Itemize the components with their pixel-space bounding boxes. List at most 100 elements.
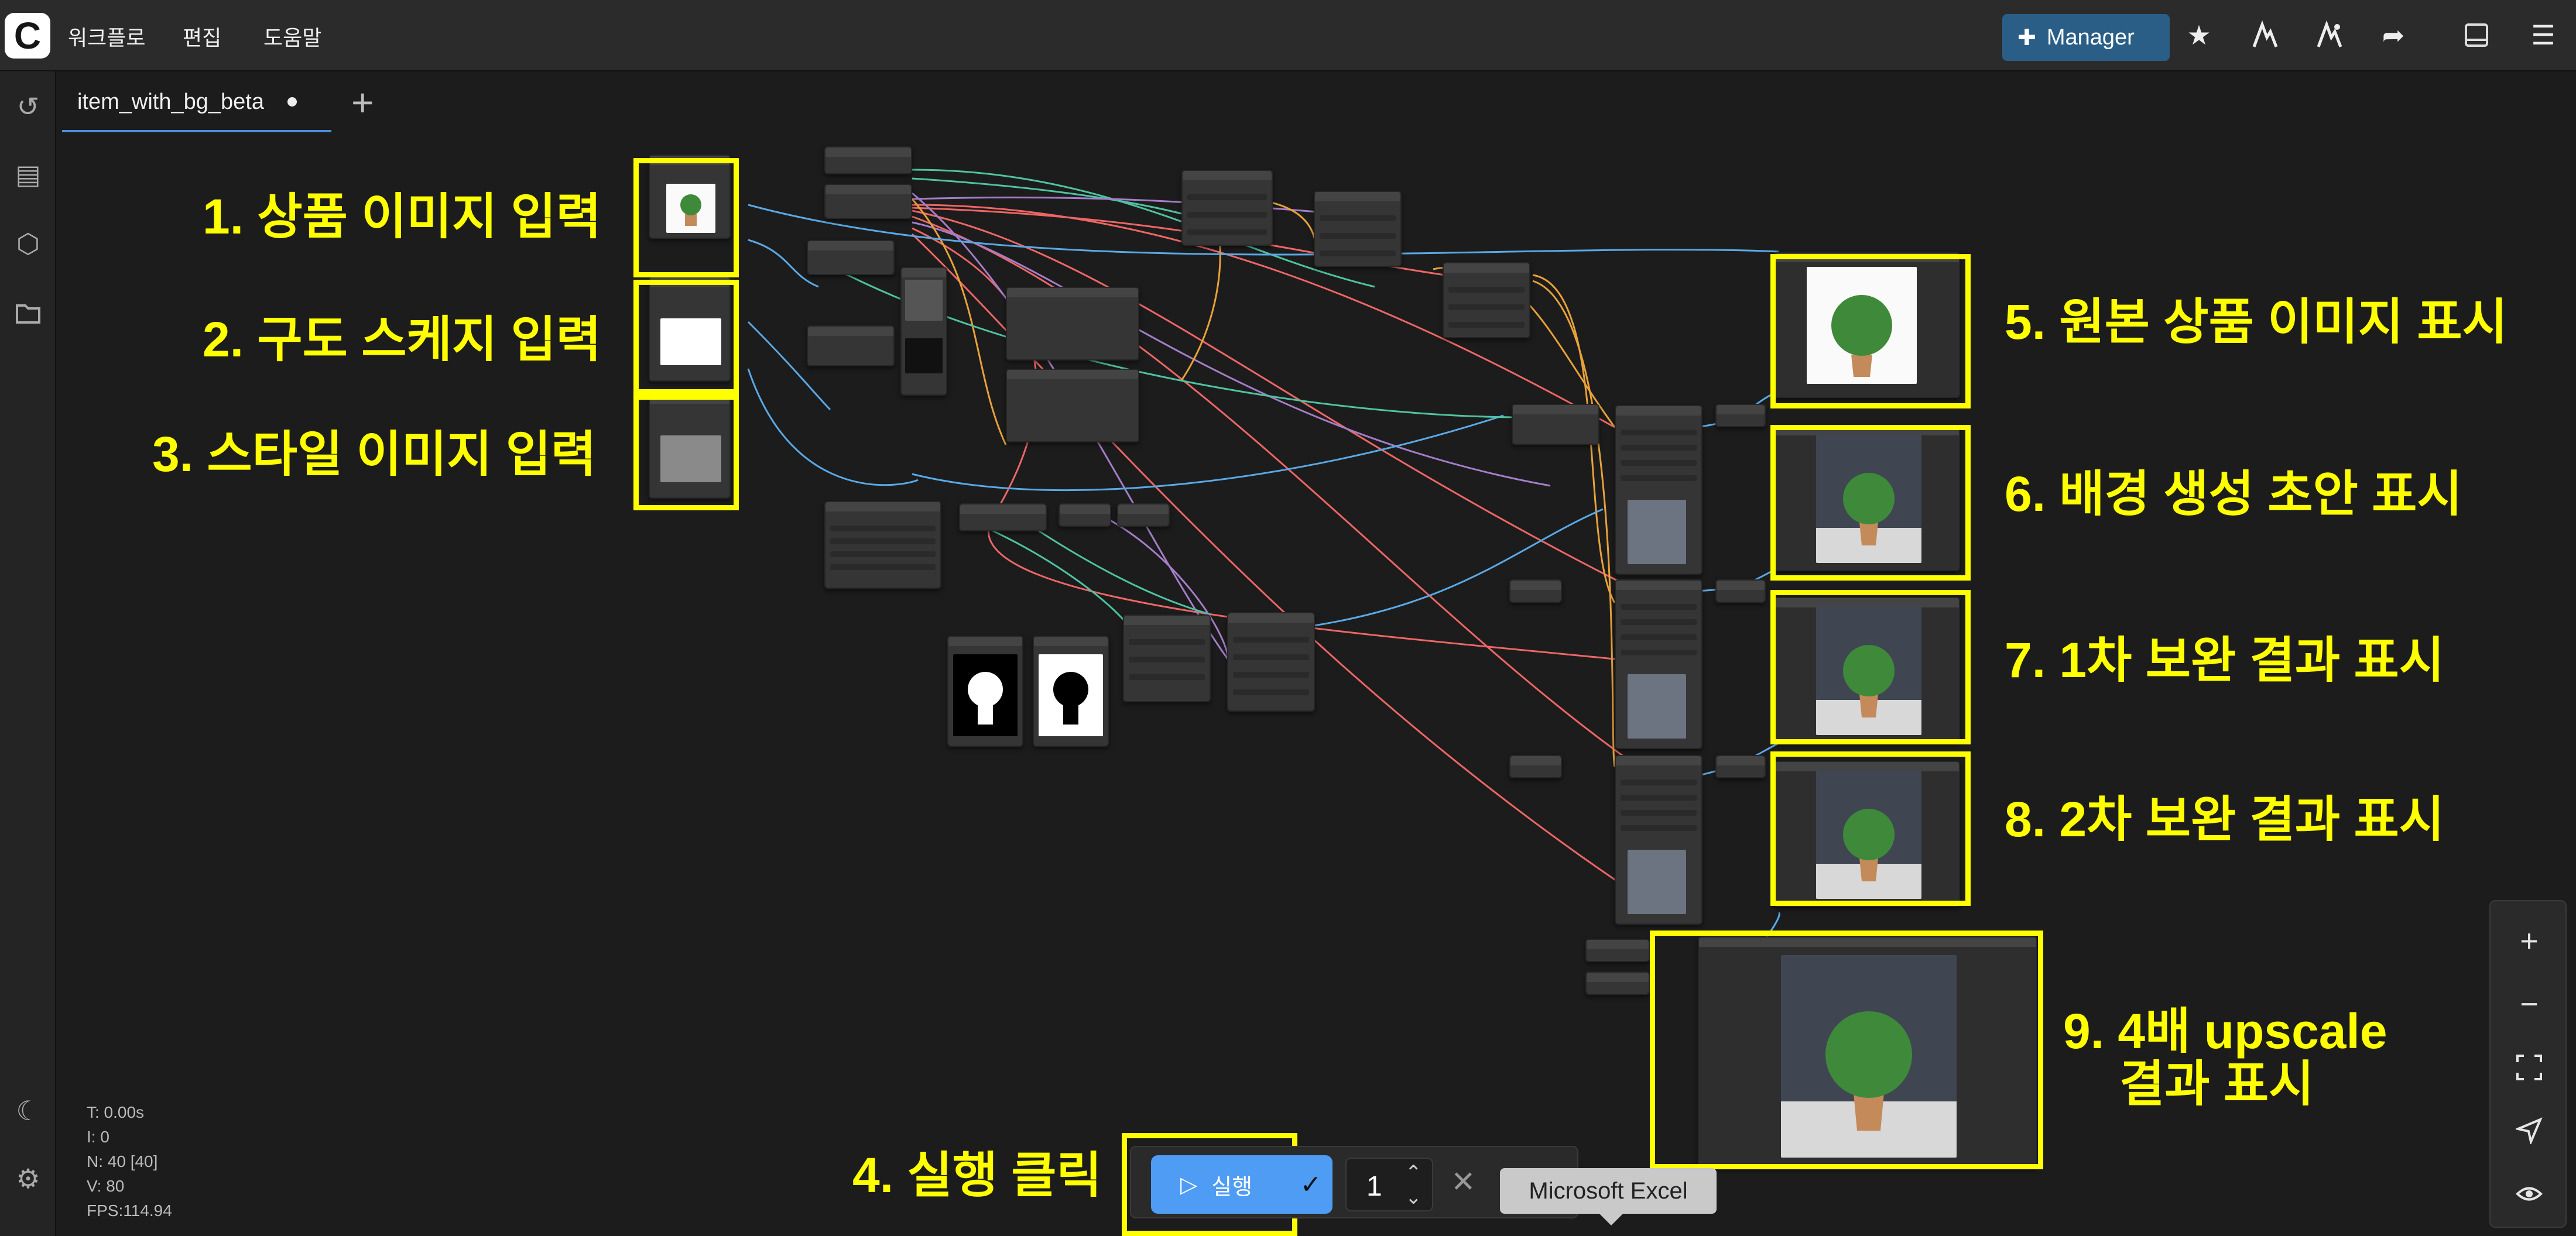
comfy-logo[interactable]: C (5, 13, 50, 59)
run-mode-dropdown[interactable]: ✓ (1289, 1155, 1332, 1214)
stat-fps: FPS:114.94 (87, 1201, 172, 1220)
annotation-label-1: 1. 상품 이미지 입력 (203, 189, 602, 244)
chevron-up-icon[interactable]: ⌃ (1405, 1161, 1422, 1184)
node-e-thumbnail (905, 280, 943, 321)
run-button[interactable]: ▷ 실행 (1151, 1155, 1289, 1214)
tooltip: Microsoft Excel (1500, 1168, 1717, 1225)
node-o[interactable] (1314, 191, 1402, 267)
sampler-2-thumbnail (1628, 674, 1686, 739)
node-t[interactable] (1715, 404, 1766, 427)
node-m[interactable] (1227, 612, 1315, 712)
menu-help[interactable]: 도움말 (263, 21, 321, 52)
node-n[interactable] (1181, 170, 1273, 246)
batch-count-stepper[interactable]: 1 ⌃ ⌄ (1345, 1158, 1433, 1211)
node-h[interactable] (824, 501, 941, 589)
workflows-folder-icon[interactable] (9, 294, 47, 331)
tooltip-text: Microsoft Excel (1529, 1177, 1688, 1204)
node-s[interactable] (1509, 755, 1562, 778)
canvas-zoom-controls: + − (2489, 900, 2567, 1228)
zoom-out-icon[interactable]: − (2510, 986, 2548, 1023)
menu-edit[interactable]: 편집 (183, 21, 221, 52)
unsaved-dot-icon (287, 97, 297, 107)
sampler-1-thumbnail (1628, 500, 1686, 564)
mask-white-thumbnail (1039, 654, 1103, 736)
annotation-box-8 (1770, 751, 1971, 906)
node-p[interactable] (1443, 262, 1530, 338)
annotation-label-9-line1: 9. 4배 upscale (2063, 1004, 2387, 1059)
share-icon[interactable]: ➦ (2376, 18, 2411, 53)
annotation-box-2 (633, 280, 739, 394)
new-tab-plus-icon[interactable]: + (351, 83, 374, 122)
fit-view-icon[interactable] (2510, 1049, 2548, 1086)
free-memory-icon[interactable] (2311, 18, 2347, 53)
left-sidebar: ↺ ▤ ⬡ ☾ ⚙ (0, 71, 56, 1236)
sampler-node-1[interactable] (1615, 405, 1703, 575)
tab-item-with-bg-beta[interactable]: item_with_bg_beta (62, 74, 331, 132)
node-k[interactable] (1117, 503, 1170, 527)
node-a[interactable] (824, 146, 912, 174)
annotation-label-5: 5. 원본 상품 이미지 표시 (2005, 294, 2508, 349)
stat-time: T: 0.00s (87, 1103, 145, 1121)
stat-v: V: 80 (87, 1177, 125, 1195)
stat-i: I: 0 (87, 1128, 109, 1146)
node-library-cube-icon[interactable]: ⬡ (9, 225, 47, 262)
unload-models-icon[interactable] (2247, 18, 2282, 53)
stat-nodes: N: 40 [40] (87, 1152, 158, 1170)
star-icon[interactable]: ★ (2181, 18, 2217, 53)
annotation-box-1 (633, 158, 739, 277)
menu-workflow[interactable]: 워크플로 (68, 21, 145, 52)
chevron-down-icon[interactable]: ⌄ (1405, 1186, 1422, 1209)
annotation-label-3: 3. 스타일 이미지 입력 (152, 427, 597, 482)
hamburger-menu-icon[interactable]: ☰ (2526, 18, 2561, 53)
node-e-preview[interactable] (900, 267, 947, 396)
bottom-panel-toggle-icon[interactable] (2459, 18, 2494, 53)
theme-moon-icon[interactable]: ☾ (9, 1092, 47, 1129)
node-f[interactable] (1006, 287, 1139, 360)
toggle-links-eye-icon[interactable] (2510, 1175, 2548, 1213)
tab-label: item_with_bg_beta (77, 89, 264, 114)
mask-preview-node-2[interactable] (1033, 636, 1109, 747)
annotation-box-7 (1770, 590, 1971, 744)
annotation-label-2: 2. 구도 스케지 입력 (203, 312, 602, 367)
batch-count-value: 1 (1366, 1171, 1382, 1202)
node-w[interactable] (1585, 939, 1650, 962)
sampler-node-3[interactable] (1615, 755, 1703, 925)
manager-label: Manager (2046, 25, 2135, 50)
annotation-box-5 (1770, 254, 1971, 408)
settings-gear-icon[interactable]: ⚙ (9, 1160, 47, 1197)
annotation-box-9 (1650, 931, 2043, 1169)
mask-black-thumbnail (953, 654, 1018, 736)
node-g[interactable] (1006, 369, 1139, 442)
zoom-in-icon[interactable]: + (2510, 922, 2548, 960)
node-v[interactable] (1715, 755, 1766, 778)
puzzle-icon: ✚ (2017, 25, 2036, 50)
annotation-label-9-line2: 결과 표시 (2119, 1056, 2314, 1111)
node-u[interactable] (1715, 579, 1766, 603)
queue-list-icon[interactable]: ▤ (9, 156, 47, 193)
manager-button[interactable]: ✚ Manager (2002, 14, 2170, 61)
node-b[interactable] (824, 184, 912, 219)
annotation-label-4: 4. 실행 클릭 (852, 1148, 1102, 1203)
select-mode-send-icon[interactable] (2510, 1112, 2548, 1149)
top-menu-bar: C 워크플로 편집 도움말 ✚ Manager ★ ➦ ☰ (0, 0, 2576, 71)
annotation-box-3 (633, 394, 739, 510)
node-r[interactable] (1509, 579, 1562, 603)
node-c[interactable] (807, 240, 895, 275)
comfyui-app: C 워크플로 편집 도움말 ✚ Manager ★ ➦ ☰ ↺ ▤ ⬡ ☾ ⚙ … (0, 0, 2576, 1236)
sampler-3-thumbnail (1628, 850, 1686, 914)
mask-preview-node-1[interactable] (947, 636, 1023, 747)
node-i[interactable] (959, 503, 1047, 531)
annotation-label-6: 6. 배경 생성 초안 표시 (2005, 466, 2462, 521)
run-button-label: 실행 (1211, 1175, 1253, 1200)
annotation-label-8: 8. 2차 보완 결과 표시 (2005, 792, 2445, 847)
annotation-label-7: 7. 1차 보완 결과 표시 (2005, 633, 2445, 688)
node-q[interactable] (1512, 404, 1599, 445)
node-x[interactable] (1585, 971, 1650, 995)
node-j[interactable] (1059, 503, 1111, 527)
node-l[interactable] (1123, 614, 1211, 702)
node-d[interactable] (807, 325, 895, 366)
sampler-node-2[interactable] (1615, 579, 1703, 749)
history-icon[interactable]: ↺ (9, 88, 47, 125)
check-icon: ✓ (1300, 1170, 1322, 1199)
clear-queue-close-icon[interactable]: × (1452, 1161, 1475, 1200)
